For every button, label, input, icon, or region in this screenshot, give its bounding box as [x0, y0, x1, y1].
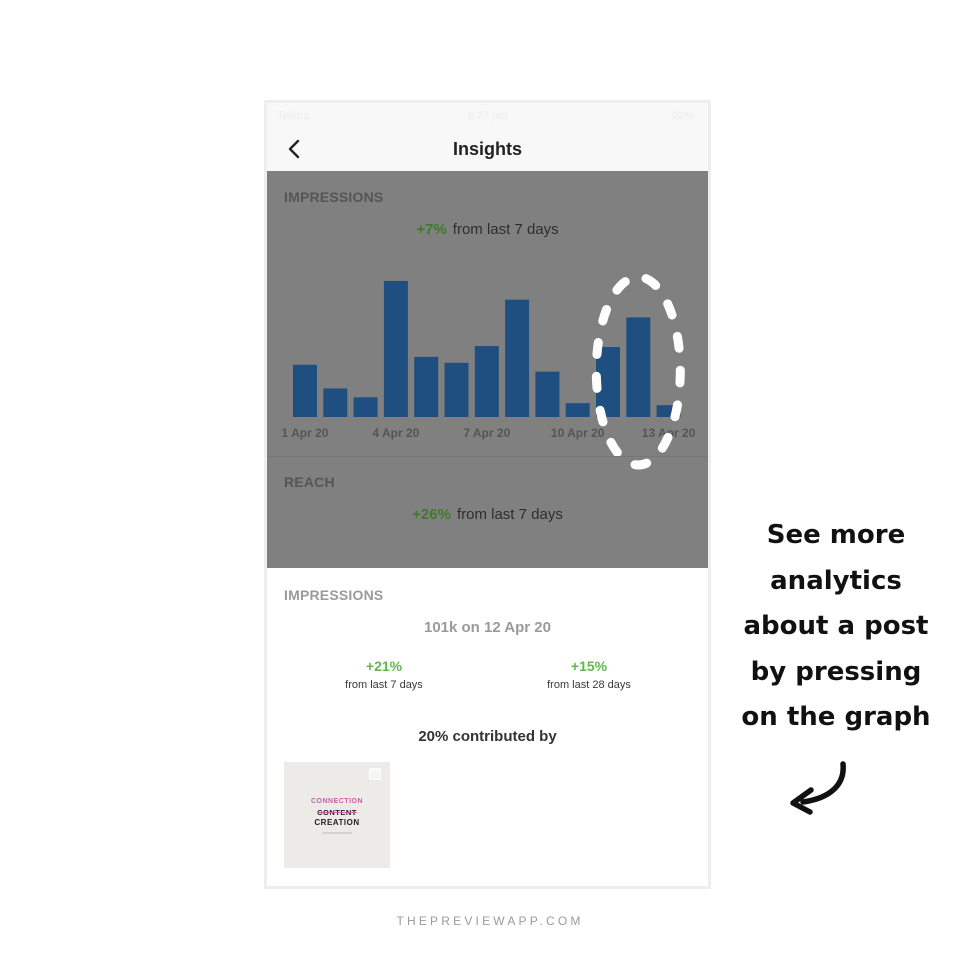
chart-bar[interactable] [474, 346, 499, 417]
page-title: Insights [452, 139, 522, 159]
dimmed-charts-section: IMPRESSIONS +7% from last 7 days 1 Apr 20… [267, 171, 708, 568]
contributed-label: 20% contributed by [418, 728, 557, 745]
annotation-line: on the graph [741, 702, 931, 732]
status-bar: Telstra 8:27 pm 92% [267, 103, 708, 129]
stat-28-days-pct: +15% [570, 658, 608, 674]
stat-7-days-text: from last 7 days [345, 679, 423, 691]
chart-bar[interactable] [323, 388, 348, 417]
x-tick-label: 7 Apr 20 [463, 426, 510, 440]
chart-bar[interactable] [293, 364, 317, 417]
chart-bar[interactable] [505, 299, 530, 417]
multi-select-icon [369, 768, 381, 780]
chart-bar[interactable] [565, 403, 590, 417]
stat-7-days: +21% from last 7 days [284, 658, 484, 691]
chart-bar[interactable] [535, 371, 560, 417]
annotation-text: See more analytics about a post by press… [726, 513, 946, 741]
chart-bar[interactable] [383, 280, 408, 417]
stat-28-days-text: from last 28 days [547, 679, 631, 691]
footer-brand: THEPREVIEWAPP.COM [396, 914, 584, 928]
impressions-bar-chart[interactable]: 1 Apr 20 4 Apr 20 7 Apr 20 10 Apr 20 13 Apr … [267, 171, 708, 471]
post-thumbnail[interactable]: CONNECTION CONTENT CREATION [284, 762, 390, 868]
thumbnail-line-2: CONTENT [317, 808, 357, 817]
annotation-line: about a post [743, 611, 929, 641]
detail-headline: 101k on 12 Apr 20 [423, 619, 551, 636]
battery-label: 92% [671, 110, 694, 122]
annotation-line: by pressing [750, 656, 922, 687]
thumbnail-caption-line [322, 832, 352, 834]
chart-bar[interactable] [353, 397, 378, 417]
reach-label: REACH [284, 474, 335, 490]
stat-28-days: +15% from last 28 days [489, 658, 689, 691]
annotation-line: See more [766, 520, 906, 550]
x-tick-label: 10 Apr 20 [551, 426, 605, 440]
nav-bar: Insights [267, 129, 708, 171]
thumbnail-line-1: CONNECTION [310, 798, 364, 805]
section-divider [267, 456, 708, 457]
clock: 8:27 pm [467, 110, 508, 122]
phone-screen: Telstra 8:27 pm 92% Insights IMPRESSIONS… [264, 100, 711, 889]
chart-bar[interactable] [414, 356, 439, 417]
x-tick-label: 1 Apr 20 [282, 426, 329, 440]
impressions-detail-panel: IMPRESSIONS 101k on 12 Apr 20 +21% from … [267, 568, 708, 886]
chart-bar[interactable] [444, 362, 469, 417]
annotation-line: analytics [770, 565, 902, 596]
reach-delta-pct: +26% [412, 506, 451, 523]
x-tick-label: 4 Apr 20 [372, 426, 419, 440]
stat-7-days-pct: +21% [365, 658, 403, 674]
reach-delta: +26% from last 7 days [267, 506, 708, 523]
chart-bar[interactable] [626, 317, 651, 417]
curved-arrow-down-left-icon [790, 761, 846, 815]
reach-delta-text: from last 7 days [456, 506, 563, 523]
detail-label: IMPRESSIONS [284, 587, 384, 603]
thumbnail-line-3: CREATION [314, 818, 360, 827]
